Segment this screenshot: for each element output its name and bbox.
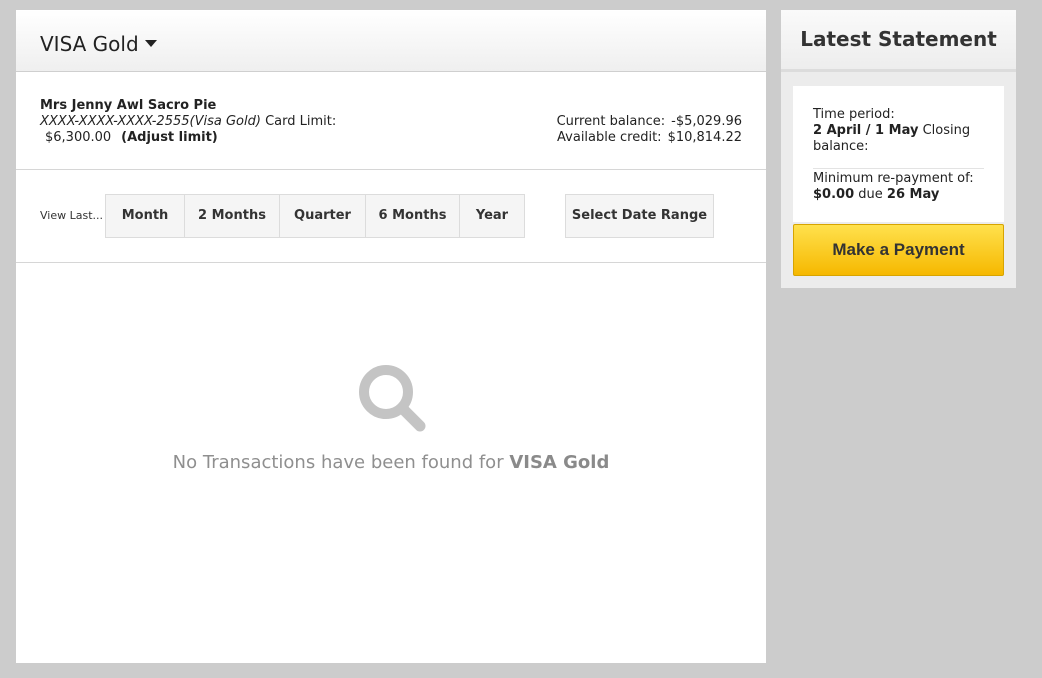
period-filters: View Last... Month 2 Months Quarter 6 Mo…	[16, 170, 766, 263]
caret-down-icon[interactable]	[144, 40, 157, 47]
balances: Current balance: -$5,029.96 Available cre…	[557, 114, 742, 146]
empty-message-account: VISA Gold	[509, 452, 610, 473]
select-date-range-button[interactable]: Select Date Range	[565, 194, 714, 238]
time-period-label: Time period:	[813, 107, 895, 122]
card-limit-row: $6,300.00 (Adjust limit)	[45, 130, 218, 145]
account-summary: Mrs Jenny Awl Sacro Pie XXXX-XXXX-XXXX-2…	[16, 72, 766, 170]
current-balance-value: -$5,029.96	[671, 114, 742, 129]
statement-title: Latest Statement	[800, 27, 997, 51]
transactions-panel: VISA Gold Mrs Jenny Awl Sacro Pie XXXX-X…	[16, 10, 766, 663]
account-holder: Mrs Jenny Awl Sacro Pie	[40, 98, 217, 113]
card-details: XXXX-XXXX-XXXX-2555(Visa Gold) Card Limi…	[40, 114, 336, 129]
card-type: (Visa Gold)	[189, 114, 261, 129]
period-year-button[interactable]: Year	[460, 195, 524, 237]
available-credit-label: Available credit:	[557, 130, 662, 145]
card-selector[interactable]: VISA Gold	[40, 32, 157, 56]
current-balance-row: Current balance: -$5,029.96	[557, 114, 742, 130]
min-repayment-value: $0.00	[813, 187, 855, 202]
card-limit-value: $6,300.00	[45, 130, 112, 145]
make-payment-button[interactable]: Make a Payment	[793, 224, 1004, 276]
statement-details: Time period: 2 April / 1 May Closing bal…	[793, 86, 1004, 222]
card-limit-label: Card Limit:	[265, 114, 337, 129]
card-title: VISA Gold	[40, 32, 139, 56]
empty-state-message: No Transactions have been found for VISA…	[16, 452, 766, 473]
statement-divider	[813, 168, 984, 169]
time-period-value: 2 April / 1 May	[813, 123, 919, 138]
magnifier-icon	[359, 365, 426, 432]
view-last-label: View Last...	[40, 209, 104, 222]
due-label: due	[858, 187, 883, 202]
card-header: VISA Gold	[16, 10, 766, 72]
card-number: XXXX-XXXX-XXXX-2555	[40, 114, 190, 129]
period-button-group: Month 2 Months Quarter 6 Months Year	[105, 194, 525, 238]
period-month-button[interactable]: Month	[106, 195, 185, 237]
period-6-months-button[interactable]: 6 Months	[366, 195, 460, 237]
statement-period: Time period: 2 April / 1 May Closing bal…	[813, 107, 990, 155]
statement-header: Latest Statement	[781, 10, 1016, 72]
empty-message-text: No Transactions have been found for	[172, 452, 504, 473]
available-credit-row: Available credit: $10,814.22	[557, 130, 742, 146]
available-credit-value: $10,814.22	[667, 130, 742, 145]
period-quarter-button[interactable]: Quarter	[280, 195, 366, 237]
adjust-limit-link[interactable]: (Adjust limit)	[121, 130, 218, 145]
current-balance-label: Current balance:	[556, 114, 666, 129]
statement-panel: Latest Statement Time period: 2 April / …	[781, 10, 1016, 288]
due-date: 26 May	[886, 187, 940, 202]
period-2-months-button[interactable]: 2 Months	[185, 195, 280, 237]
min-repayment-label: Minimum re-payment of:	[813, 171, 974, 186]
minimum-repayment: Minimum re-payment of: $0.00 due 26 May	[813, 171, 990, 203]
